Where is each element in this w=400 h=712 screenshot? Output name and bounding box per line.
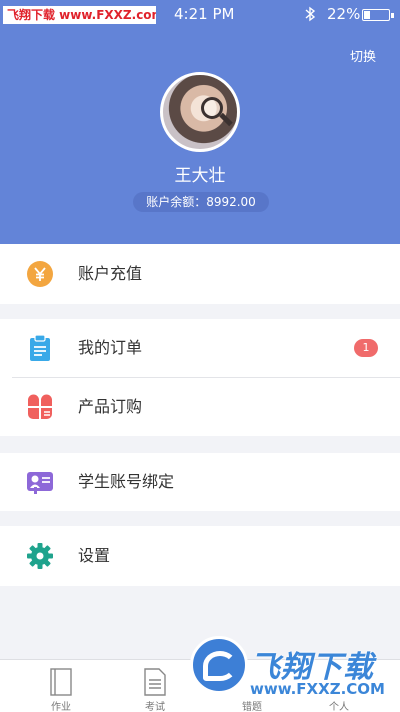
menu-item-recharge[interactable]: 账户充值 — [0, 244, 400, 304]
menu-group-student: 学生账号绑定 — [0, 453, 400, 511]
tab-label: 作业 — [51, 702, 71, 712]
watermark-banner: 飞翔下载 www.FXXZ.com — [3, 6, 156, 24]
watermark-url: www.FXXZ.COM — [250, 680, 385, 698]
menu-item-label: 学生账号绑定 — [78, 472, 175, 491]
menu-group-orders: 我的订单 1 产品订购 — [0, 319, 400, 436]
yen-coin-icon — [27, 261, 53, 287]
menu-item-label: 账户充值 — [78, 264, 143, 283]
menu-group-settings: 设置 — [0, 526, 400, 586]
document-icon — [144, 668, 166, 696]
status-time: 4:21 PM — [174, 5, 235, 23]
menu-item-label: 我的订单 — [78, 338, 143, 357]
menu-item-settings[interactable]: 设置 — [0, 526, 400, 586]
tab-exam[interactable]: 考试 — [125, 660, 185, 712]
menu-item-products[interactable]: 产品订购 — [0, 378, 400, 436]
order-count-badge: 1 — [354, 339, 378, 357]
bluetooth-icon — [305, 6, 316, 22]
profile-header: 飞翔下载 www.FXXZ.com 4:21 PM 22% 切换 王大壮 账户余… — [0, 0, 400, 244]
menu-item-orders[interactable]: 我的订单 1 — [0, 319, 400, 377]
menu-group-recharge: 账户充值 — [0, 244, 400, 304]
clipboard-icon — [30, 335, 50, 361]
tab-homework[interactable]: 作业 — [31, 660, 91, 712]
battery-icon — [362, 9, 394, 21]
switch-account-button[interactable]: 切换 — [350, 46, 376, 65]
id-card-icon — [27, 472, 53, 494]
menu-item-label: 设置 — [78, 546, 111, 565]
status-bar: 飞翔下载 www.FXXZ.com 4:21 PM 22% — [0, 0, 400, 30]
menu-item-label: 产品订购 — [78, 397, 143, 416]
battery-percentage: 22% — [327, 5, 361, 23]
user-name: 王大壮 — [174, 166, 226, 186]
watermark-emblem-icon — [190, 636, 248, 694]
menu-item-bind-student[interactable]: 学生账号绑定 — [0, 453, 400, 511]
gear-icon — [27, 543, 53, 569]
book-icon — [50, 668, 72, 696]
account-balance: 账户余额：8992.00 — [133, 192, 269, 212]
tab-label: 考试 — [145, 702, 165, 712]
avatar[interactable] — [160, 72, 240, 152]
watermark-logo: 飞翔下载 www.FXXZ.COM — [190, 636, 400, 712]
grid-petals-icon — [28, 394, 52, 419]
